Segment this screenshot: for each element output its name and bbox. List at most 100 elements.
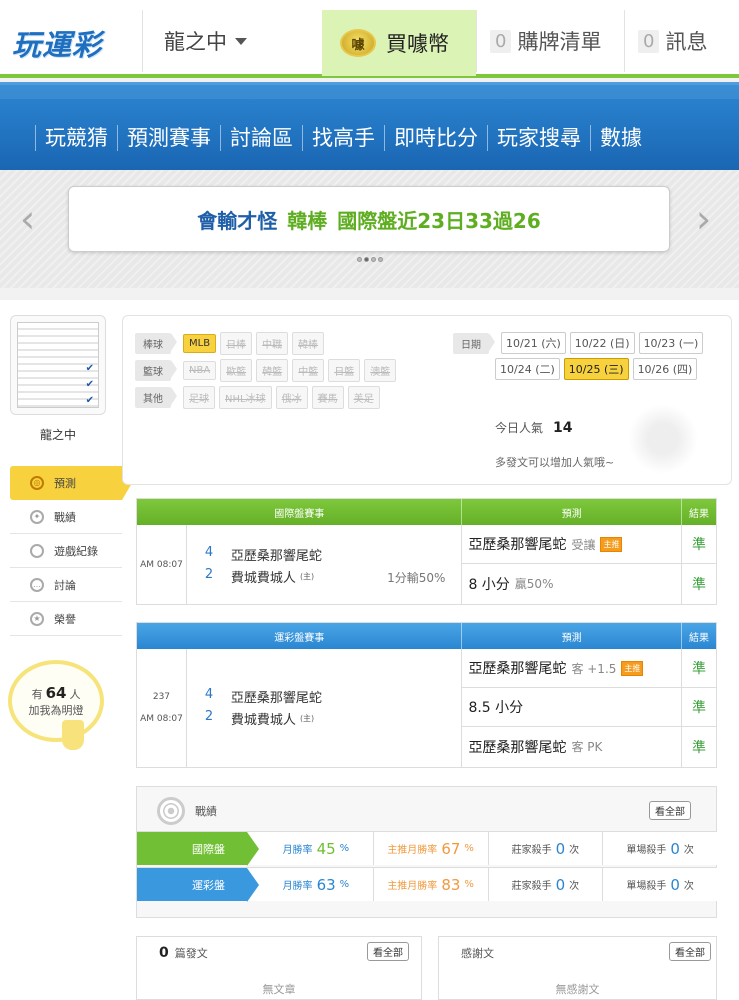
nav-player-search[interactable]: 玩家搜尋 <box>487 125 590 151</box>
game-time-text: AM 08:07 <box>140 714 183 724</box>
messages-button[interactable]: 0 訊息 <box>638 10 707 72</box>
home-team-name[interactable]: 費城費城人 <box>231 567 296 586</box>
header-game: 國際盤賽事 <box>137 499 463 525</box>
banner-carousel: ‹ 會輸才怪 韓棒 國際盤近23日33過26 › <box>0 170 739 288</box>
prediction-row: 8.5 小分 <box>462 688 682 727</box>
record-title: 戰績 <box>195 805 217 818</box>
stat-unit: % <box>464 843 474 854</box>
date-1024[interactable]: 10/24 (二) <box>495 358 560 380</box>
carousel-dot[interactable] <box>357 257 362 262</box>
league-cpbl[interactable]: 中職 <box>256 332 289 355</box>
posts-see-all-button[interactable]: 看全部 <box>367 942 409 961</box>
medal-icon: ✦ <box>30 509 44 524</box>
date-1025-selected[interactable]: 10/25 (三) <box>563 358 629 380</box>
league-jp-baseball[interactable]: 日棒 <box>220 332 253 355</box>
buy-coin-button[interactable]: 噱 買噱幣 <box>322 10 476 76</box>
thanks-see-all-button[interactable]: 看全部 <box>669 942 711 961</box>
league-jp-basketball[interactable]: 日籃 <box>328 359 361 382</box>
banner-text-1: 會輸才怪 <box>197 208 278 233</box>
league-american-football[interactable]: 美足 <box>347 386 380 409</box>
nav-play-guess[interactable]: 玩競猜 <box>35 125 117 151</box>
divider <box>476 10 477 72</box>
popularity-tip: 多發文可以增加人氣哦~ <box>495 456 615 469</box>
banner-text-3: 國際盤近23日33過26 <box>337 208 541 233</box>
user-menu[interactable]: 龍之中 <box>142 10 322 72</box>
result-value: 準 <box>692 739 707 756</box>
chevron-left-icon[interactable]: ‹ <box>20 200 46 240</box>
monthly-win-rate: 月勝率 63% <box>247 868 373 901</box>
coin-icon: 噱 <box>340 29 376 57</box>
chevron-right-icon[interactable]: › <box>696 200 722 240</box>
league-horse-racing[interactable]: 賽馬 <box>311 386 344 409</box>
prediction-row: 亞歷桑那響尾蛇 客 PK <box>462 727 681 766</box>
profile-menu-predict[interactable]: ◎ 預測 <box>10 466 132 500</box>
nav-data[interactable]: 數據 <box>590 125 651 151</box>
follow-lamp-button[interactable]: 有 64 人 加我為明燈 <box>8 660 104 742</box>
table-row: AM 08:07 4 亞歷桑那響尾蛇 2 費城費城人 (主) 1分輸50% 亞歷桑那響… <box>137 525 716 604</box>
baseball-tag: 棒球 <box>135 333 177 354</box>
main-push-badge: 主推 <box>600 536 623 552</box>
result-value: 準 <box>682 525 716 564</box>
league-cn-basketball[interactable]: 中籃 <box>292 359 325 382</box>
nav-find-expert[interactable]: 找高手 <box>302 125 384 151</box>
prediction-row: 8 小分 贏50% <box>462 564 681 603</box>
banner-message[interactable]: 會輸才怪 韓棒 國際盤近23日33過26 <box>68 186 670 252</box>
date-1023[interactable]: 10/23 (一) <box>638 332 704 354</box>
league-nhl[interactable]: NHL冰球 <box>219 386 272 409</box>
prediction-sub: 客 +1.5 <box>571 661 617 676</box>
lottery-predictions-table: 運彩盤賽事 預測 結果 237 AM 08:07 4 亞歷桑那響尾蛇 2 費城費城人… <box>136 622 717 768</box>
site-logo[interactable]: 玩運彩 <box>12 22 124 62</box>
stat-unit: % <box>339 843 350 854</box>
prediction-cell: 亞歷桑那響尾蛇 客 +1.5 主推 8.5 小分 亞歷桑那響尾蛇 客 PK <box>462 649 683 767</box>
chat-icon: … <box>30 577 44 592</box>
prediction-main: 亞歷桑那響尾蛇 <box>468 661 567 677</box>
profile-menu-game-log[interactable]: 遊戲紀錄 <box>10 534 122 568</box>
profile-menu-honor[interactable]: ★ 榮譽 <box>10 602 122 636</box>
league-euro-basketball[interactable]: 歐籃 <box>220 359 253 382</box>
cart-button[interactable]: 0 購牌清單 <box>490 10 601 72</box>
fans-number: 64 <box>45 684 67 702</box>
away-team-name[interactable]: 亞歷桑那響尾蛇 <box>231 687 322 706</box>
main-nav: 玩競猜 預測賽事 討論區 找高手 即時比分 玩家搜尋 數據 <box>0 82 739 170</box>
main-push-badge: 主推 <box>621 660 644 676</box>
stat-unit: % <box>464 879 474 890</box>
prediction-main: 亞歷桑那響尾蛇 <box>468 537 567 553</box>
away-team: 4 亞歷桑那響尾蛇 <box>205 545 322 564</box>
prediction-sub: 客 PK <box>571 740 603 754</box>
thanks-empty: 無感謝文 <box>555 983 600 996</box>
profile-menu-discuss[interactable]: … 討論 <box>10 568 122 602</box>
popularity-label: 今日人氣 <box>495 421 544 435</box>
carousel-dot[interactable] <box>378 257 383 262</box>
date-1026[interactable]: 10/26 (四) <box>632 358 698 380</box>
league-ru-hockey[interactable]: 俄冰 <box>275 386 308 409</box>
posts-empty: 無文章 <box>262 983 296 996</box>
profile-menu-label: 戰績 <box>54 510 76 524</box>
nav-predict[interactable]: 預測賽事 <box>117 125 220 151</box>
away-team-name[interactable]: 亞歷桑那響尾蛇 <box>231 545 322 564</box>
main-push-win-rate: 主推月勝率 83% <box>372 868 488 901</box>
single-killer: 單場殺手 0 次 <box>602 832 717 865</box>
table-header: 運彩盤賽事 預測 結果 <box>137 623 716 649</box>
record-see-all-button[interactable]: 看全部 <box>649 801 691 820</box>
carousel-dot-active[interactable] <box>364 257 369 262</box>
league-nba[interactable]: NBA <box>183 361 217 380</box>
avatar[interactable]: ✔ ✔ ✔ <box>10 315 106 415</box>
carousel-dot[interactable] <box>371 257 376 262</box>
date-1022[interactable]: 10/22 (日) <box>569 332 635 354</box>
league-au-basketball[interactable]: 澳籃 <box>364 359 397 382</box>
league-mlb[interactable]: MLB <box>183 334 217 353</box>
profile-menu-record[interactable]: ✦ 戰績 <box>10 500 122 534</box>
home-team-name[interactable]: 費城費城人 <box>231 709 296 728</box>
popularity: 今日人氣 14 <box>495 419 573 436</box>
league-kr-basketball[interactable]: 韓籃 <box>256 359 289 382</box>
result-value: 準 <box>692 576 707 593</box>
table-row: 237 AM 08:07 4 亞歷桑那響尾蛇 2 費城費城人 (主) 亞歷桑那響尾蛇 … <box>137 649 716 767</box>
nav-forum[interactable]: 討論區 <box>220 125 302 151</box>
league-kbo[interactable]: 韓棒 <box>292 332 325 355</box>
divider <box>624 10 625 72</box>
header-prediction: 預測 <box>462 623 683 649</box>
date-1021[interactable]: 10/21 (六) <box>501 332 566 354</box>
league-soccer[interactable]: 足球 <box>183 386 215 409</box>
check-icon: ✔ <box>85 395 94 406</box>
nav-live-score[interactable]: 即時比分 <box>384 125 487 151</box>
